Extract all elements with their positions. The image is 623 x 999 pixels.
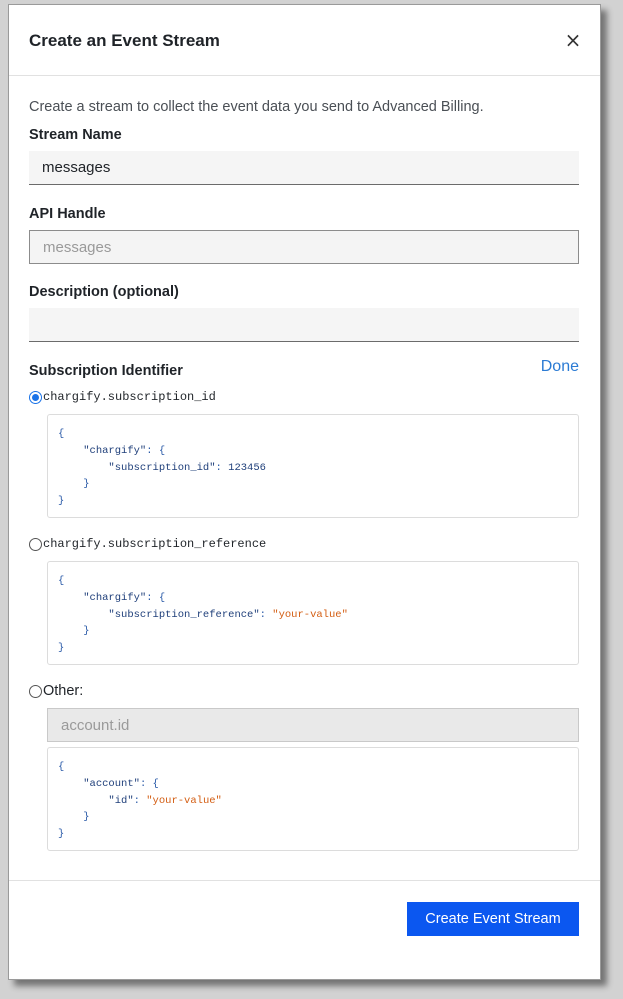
option-other[interactable]: Other:: [29, 683, 83, 699]
dialog-title: Create an Event Stream: [29, 31, 220, 50]
create-event-stream-button[interactable]: Create Event Stream: [407, 902, 579, 936]
option-other-label: Other:: [43, 683, 84, 699]
stream-name-input[interactable]: [29, 151, 579, 185]
option-subscription-reference-label: chargify.subscription_reference: [43, 537, 267, 551]
close-icon: ×: [564, 28, 582, 52]
dialog-header: Create an Event Stream ×: [9, 5, 600, 76]
option-subscription-id[interactable]: chargify.subscription_id: [29, 390, 216, 404]
code-sample-subscription-id: { "chargify": { "subscription_id": 12345…: [47, 414, 579, 518]
option-subscription-reference[interactable]: chargify.subscription_reference: [29, 537, 266, 551]
done-link[interactable]: Done: [541, 358, 579, 376]
stream-name-label: Stream Name: [29, 127, 122, 143]
dialog-intro-text: Create a stream to collect the event dat…: [29, 99, 484, 115]
subscription-identifier-label: Subscription Identifier: [29, 363, 183, 379]
dialog-footer: Create Event Stream: [9, 880, 600, 979]
api-handle-label: API Handle: [29, 206, 106, 222]
description-input[interactable]: [29, 308, 579, 342]
radio-other[interactable]: [29, 684, 42, 698]
radio-subscription-id[interactable]: [29, 390, 42, 404]
radio-subscription-reference[interactable]: [29, 537, 42, 551]
code-sample-subscription-reference: { "chargify": { "subscription_reference"…: [47, 561, 579, 665]
description-label: Description (optional): [29, 284, 179, 300]
other-identifier-input[interactable]: [47, 708, 579, 742]
code-sample-other: { "account": { "id": "your-value" } }: [47, 747, 579, 851]
option-subscription-id-label: chargify.subscription_id: [43, 390, 216, 404]
close-button[interactable]: ×: [562, 29, 584, 51]
create-event-stream-dialog: Create an Event Stream × Create a stream…: [8, 4, 601, 980]
api-handle-input[interactable]: [29, 230, 579, 264]
